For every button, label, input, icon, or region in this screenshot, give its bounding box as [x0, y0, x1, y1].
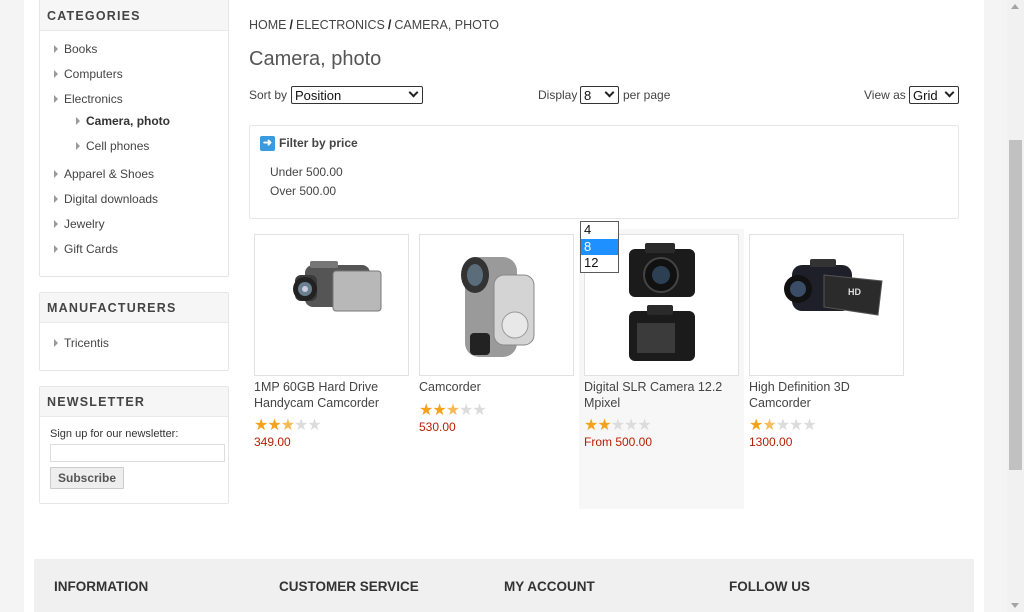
filter-under-500[interactable]: Under 500.00: [270, 165, 343, 179]
view-as-label: View as: [864, 88, 906, 102]
category-apparel-shoes[interactable]: Apparel & Shoes: [54, 167, 154, 181]
footer-heading-follow-us: FOLLOW US: [729, 579, 810, 594]
category-digital-downloads[interactable]: Digital downloads: [54, 192, 158, 206]
chevron-right-icon: [76, 117, 80, 125]
breadcrumb-home[interactable]: HOME: [249, 18, 287, 32]
display-option-4[interactable]: 4: [581, 222, 618, 239]
svg-text:HD: HD: [848, 287, 861, 297]
filter-over-500[interactable]: Over 500.00: [270, 184, 336, 198]
breadcrumb-current: CAMERA, PHOTO: [394, 18, 500, 32]
sort-select-value: Position: [295, 88, 342, 103]
newsletter-email-input[interactable]: [50, 444, 225, 462]
category-camera-photo-label[interactable]: Camera, photo: [86, 114, 170, 128]
category-cell-phones[interactable]: Cell phones: [76, 139, 149, 153]
breadcrumb-separator: /: [387, 18, 392, 32]
breadcrumb-separator: /: [289, 18, 293, 32]
category-digital-downloads-label[interactable]: Digital downloads: [64, 192, 158, 206]
camcorder-icon: [461, 257, 535, 357]
chevron-right-icon: [54, 95, 58, 103]
display-option-8[interactable]: 8: [581, 238, 618, 255]
manufacturers-title: MANUFACTURERS: [40, 293, 228, 323]
category-computers[interactable]: Computers: [54, 67, 123, 81]
product-price: From 500.00: [584, 435, 653, 449]
category-books-label[interactable]: Books: [64, 42, 97, 56]
breadcrumb-electronics[interactable]: ELECTRONICS: [296, 18, 385, 32]
chevron-right-icon: [54, 195, 58, 203]
footer-heading-customer-service: CUSTOMER SERVICE: [279, 579, 419, 594]
product-name[interactable]: High Definition 3D Camcorder: [749, 379, 909, 411]
product-price: 349.00: [254, 435, 291, 449]
display-dropdown-list: 4 8 12: [580, 221, 619, 273]
categories-title: CATEGORIES: [40, 0, 228, 31]
product-name[interactable]: Camcorder: [419, 379, 579, 395]
chevron-right-icon: [54, 220, 58, 228]
sort-label: Sort by: [249, 88, 288, 102]
arrow-right-icon: ➜: [260, 136, 275, 151]
camcorder-icon: [293, 261, 382, 312]
category-apparel-label[interactable]: Apparel & Shoes: [64, 167, 154, 181]
category-camera-photo[interactable]: Camera, photo: [76, 114, 170, 128]
rating-stars: ★★★★★: [254, 417, 322, 434]
view-as-select[interactable]: Grid: [909, 86, 959, 104]
category-jewelry[interactable]: Jewelry: [54, 217, 105, 231]
page-scrollbar[interactable]: [1007, 0, 1024, 612]
manufacturer-tricentis-label[interactable]: Tricentis: [64, 336, 109, 350]
category-jewelry-label[interactable]: Jewelry: [64, 217, 105, 231]
product-name[interactable]: Digital SLR Camera 12.2 Mpixel: [584, 379, 744, 411]
rating-stars: ★★★★★: [419, 402, 487, 419]
per-page-label: per page: [623, 88, 671, 102]
subscribe-button[interactable]: Subscribe: [50, 467, 124, 489]
view-as-select-value: Grid: [913, 88, 938, 103]
page-title: Camera, photo: [249, 48, 382, 70]
category-cell-phones-label[interactable]: Cell phones: [86, 139, 149, 153]
product-image[interactable]: [419, 234, 574, 376]
newsletter-title: NEWSLETTER: [40, 387, 228, 417]
rating-stars: ★★★★★: [584, 417, 652, 434]
footer-heading-information: INFORMATION: [54, 579, 149, 594]
chevron-right-icon: [54, 170, 58, 178]
category-gift-cards-label[interactable]: Gift Cards: [64, 242, 118, 256]
category-computers-label[interactable]: Computers: [64, 67, 123, 81]
rating-stars: ★★★★★: [749, 417, 817, 434]
chevron-right-icon: [76, 142, 80, 150]
chevron-right-icon: [54, 339, 58, 347]
filter-by-price-title: Filter by price: [279, 136, 358, 150]
chevron-right-icon: [54, 70, 58, 78]
chevron-down-icon: [944, 87, 955, 98]
manufacturer-tricentis[interactable]: Tricentis: [54, 336, 109, 350]
display-option-12[interactable]: 12: [581, 255, 618, 272]
chevron-down-icon: [604, 87, 615, 98]
scrollbar-thumb[interactable]: [1009, 140, 1022, 470]
scroll-down-arrow-icon[interactable]: [1011, 603, 1019, 608]
sort-select[interactable]: Position: [291, 86, 423, 104]
product-image[interactable]: [254, 234, 409, 376]
category-electronics-label[interactable]: Electronics: [64, 92, 123, 106]
category-books[interactable]: Books: [54, 42, 97, 56]
camcorder-icon: HD: [784, 259, 883, 316]
chevron-right-icon: [54, 245, 58, 253]
display-select-value: 8: [584, 88, 592, 103]
display-label: Display: [538, 88, 578, 102]
category-electronics[interactable]: Electronics: [54, 92, 123, 106]
manufacturers-block: MANUFACTURERS: [39, 292, 229, 371]
product-price: 1300.00: [749, 435, 793, 449]
newsletter-label: Sign up for our newsletter:: [50, 428, 179, 440]
chevron-down-icon: [408, 87, 419, 98]
product-image[interactable]: HD: [749, 234, 904, 376]
chevron-right-icon: [54, 45, 58, 53]
scroll-up-arrow-icon[interactable]: [1011, 4, 1019, 9]
breadcrumb: HOME / ELECTRONICS / CAMERA, PHOTO: [249, 18, 499, 32]
footer-heading-my-account: MY ACCOUNT: [504, 579, 595, 594]
category-gift-cards[interactable]: Gift Cards: [54, 242, 118, 256]
product-price: 530.00: [419, 420, 456, 434]
display-select[interactable]: 8: [580, 86, 619, 104]
product-name[interactable]: 1MP 60GB Hard Drive Handycam Camcorder: [254, 379, 414, 411]
